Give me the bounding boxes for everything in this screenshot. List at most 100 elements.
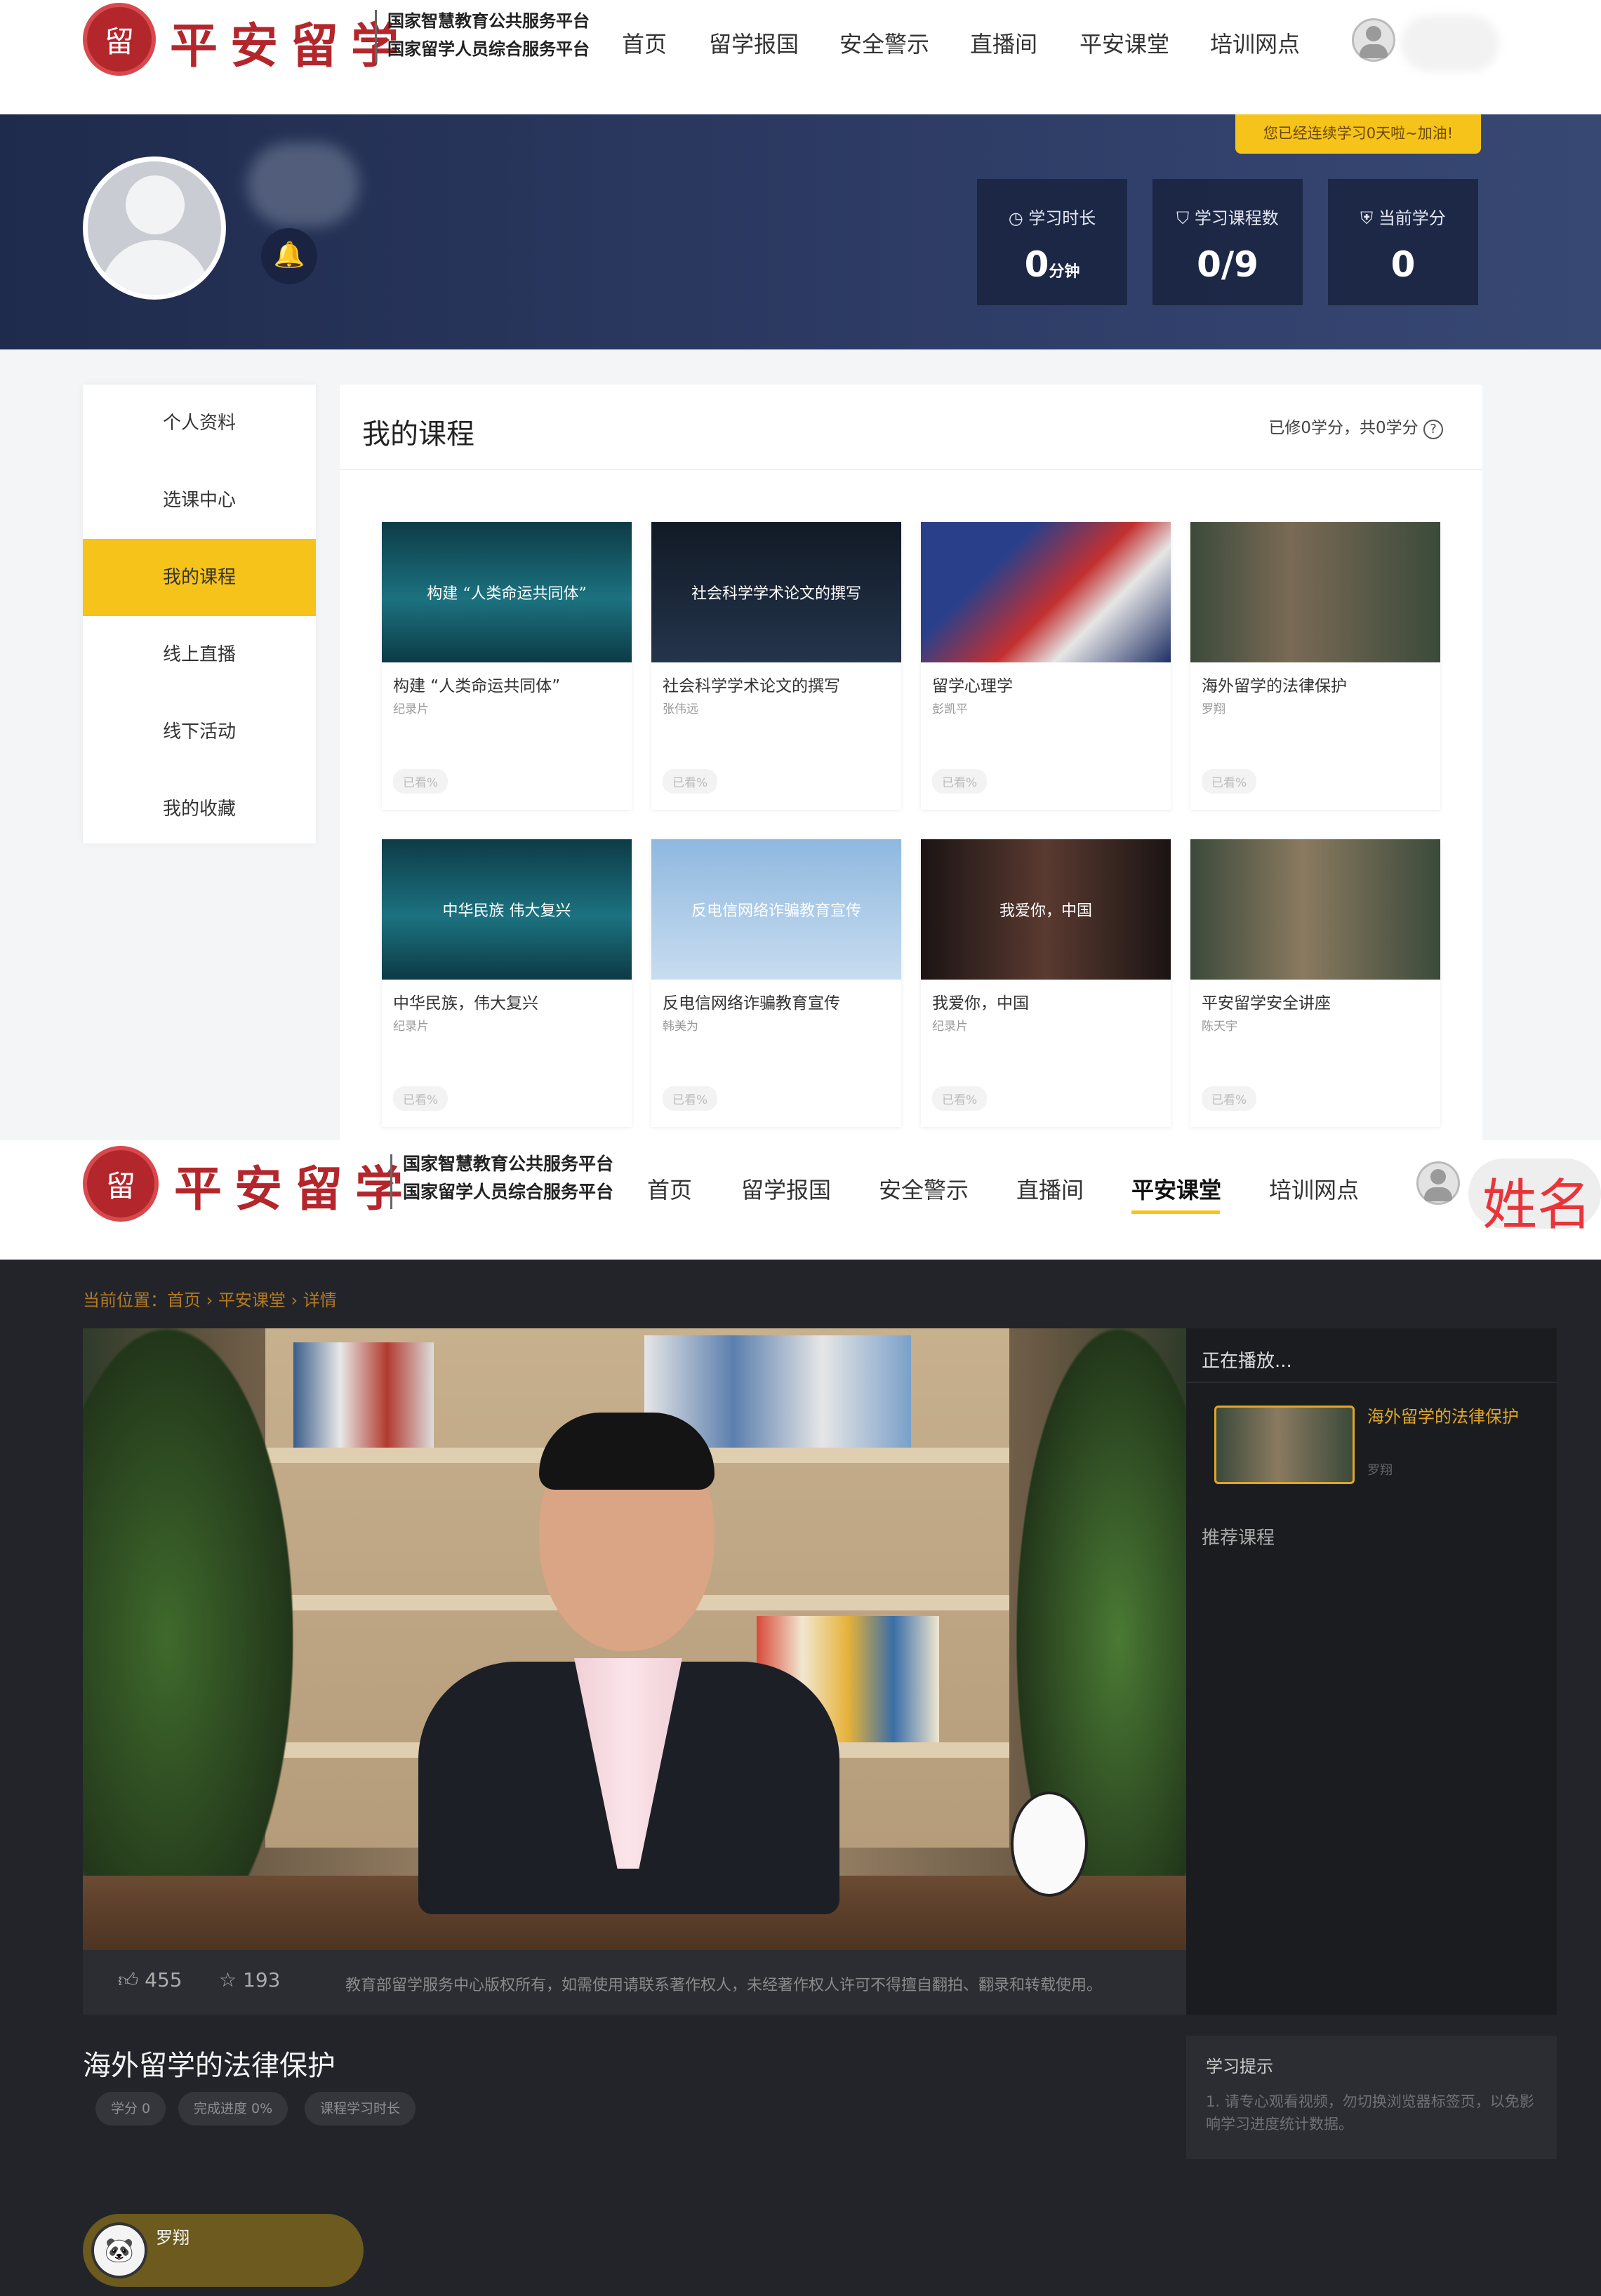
course-title[interactable]: 海外留学的法律保护 — [1202, 672, 1347, 696]
playing-thumb[interactable] — [1214, 1406, 1355, 1484]
sidebar-item-profile[interactable]: 个人资料 — [83, 385, 316, 462]
favorite-button[interactable]: ☆ 193 — [219, 1968, 280, 1991]
stat-credits: ⛨ 当前学分 0 — [1328, 179, 1478, 305]
platform-subtitle: 国家智慧教育公共服务平台 国家留学人员综合服务平台 — [403, 1154, 614, 1202]
course-title[interactable]: 中华民族，伟大复兴 — [393, 989, 538, 1013]
course-card[interactable]: 平安留学安全讲座 陈天宇 已看% — [1190, 839, 1440, 1127]
clock-icon: ◷ 学习时长 — [1008, 208, 1096, 228]
course-author: 罗翔 — [1202, 702, 1225, 716]
course-author: 韩美为 — [663, 1020, 698, 1034]
course-thumbnail[interactable]: 构建 “人类命运共同体” — [382, 522, 632, 662]
like-button[interactable]: 👍︎ 455 — [118, 1968, 182, 1992]
brand-name[interactable]: 平安留学 — [174, 1150, 416, 1220]
course-card[interactable]: 构建 “人类命运共同体” 构建 “人类命运共同体” 纪录片 已看% — [382, 522, 632, 810]
course-card[interactable]: 社会科学学术论文的撰写 社会科学学术论文的撰写 张伟远 已看% — [651, 522, 901, 810]
mortarboard-icon: ⛉ 学习课程数 — [1176, 208, 1279, 228]
now-playing-label: 正在播放... — [1202, 1351, 1292, 1372]
playing-author: 罗翔 — [1367, 1463, 1393, 1478]
author-avatar-icon: 🐼 — [91, 2222, 147, 2278]
nav-safety-alerts[interactable]: 安全警示 — [839, 27, 929, 59]
user-avatar-icon[interactable] — [1416, 1161, 1460, 1205]
course-author: 彭凯平 — [932, 702, 968, 716]
nav-safe-class[interactable]: 平安课堂 — [1079, 27, 1169, 59]
page-title: 我的课程 — [362, 418, 474, 450]
tips-text: 1. 请专心观看视频，勿切换浏览器标签页，以免影响学习进度统计数据。 — [1206, 2093, 1534, 2133]
blurred-username — [1401, 15, 1499, 72]
panda-mascot-icon — [1011, 1791, 1088, 1897]
sidebar-item-favorites[interactable]: 我的收藏 — [83, 770, 316, 848]
stat-study-time: ◷ 学习时长 0分钟 — [977, 179, 1127, 305]
course-thumbnail[interactable]: 中华民族 伟大复兴 — [382, 839, 632, 980]
top-header: 留 平安留学 国家智慧教育公共服务平台 国家留学人员综合服务平台 首页 留学报国 … — [0, 0, 1601, 114]
course-title[interactable]: 社会科学学术论文的撰写 — [663, 672, 840, 696]
profile-avatar[interactable] — [83, 156, 226, 300]
nav-training-sites[interactable]: 培训网点 — [1210, 27, 1300, 59]
course-title[interactable]: 构建 “人类命运共同体” — [393, 672, 560, 696]
logo-seal-icon[interactable]: 留 — [83, 3, 156, 76]
course-thumbnail[interactable]: 我爱你，中国 — [921, 839, 1171, 980]
recommended-label: 推荐课程 — [1202, 1528, 1275, 1549]
credit-tag: 学分 0 — [95, 2092, 166, 2125]
breadcrumb-home[interactable]: 首页 — [167, 1290, 201, 1310]
sidebar-item-offline-events[interactable]: 线下活动 — [83, 693, 316, 770]
shield-icon: ⛨ 当前学分 — [1360, 208, 1446, 228]
help-icon[interactable]: ? — [1423, 420, 1443, 439]
course-title[interactable]: 留学心理学 — [932, 672, 1013, 696]
breadcrumb-safe-class[interactable]: 平安课堂 — [218, 1290, 286, 1310]
nav-training-sites[interactable]: 培训网点 — [1269, 1173, 1359, 1205]
course-thumbnail[interactable]: 社会科学学术论文的撰写 — [651, 522, 901, 662]
course-card[interactable]: 反电信网络诈骗教育宣传 反电信网络诈骗教育宣传 韩美为 已看% — [651, 839, 901, 1127]
playlist-panel: 正在播放... 海外留学的法律保护 罗翔 推荐课程 — [1186, 1328, 1557, 2015]
logo-seal-icon[interactable]: 留 — [83, 1146, 159, 1222]
nav-live-room[interactable]: 直播间 — [970, 27, 1037, 59]
nav-home[interactable]: 首页 — [622, 27, 667, 59]
my-courses-panel: 我的课程 已修0学分，共0学分 ? 构建 “人类命运共同体” 构建 “人类命运共同… — [340, 385, 1482, 1140]
username[interactable]: 姓名 — [1482, 1161, 1592, 1240]
course-progress: 已看% — [1202, 1086, 1257, 1111]
course-card[interactable]: 留学心理学 彭凯平 已看% — [921, 522, 1171, 810]
video-player[interactable] — [83, 1328, 1186, 1950]
course-thumbnail[interactable] — [921, 522, 1171, 662]
course-card[interactable]: 我爱你，中国 我爱你，中国 纪录片 已看% — [921, 839, 1171, 1127]
nav-patriotism[interactable]: 留学报国 — [741, 1173, 831, 1205]
playing-title[interactable]: 海外留学的法律保护 — [1367, 1406, 1529, 1428]
divider — [340, 469, 1482, 470]
video-title: 海外留学的法律保护 — [83, 2050, 336, 2082]
plant-left — [83, 1328, 293, 1950]
breadcrumb: 当前位置：首页 › 平安课堂 › 详情 — [83, 1290, 337, 1310]
course-title[interactable]: 平安留学安全讲座 — [1202, 989, 1331, 1013]
copyright-notice: 教育部留学服务中心版权所有，如需使用请联系著作权人，未经著作权人许可不得擅自翻拍… — [345, 1977, 1103, 1994]
study-tips-panel: 学习提示 1. 请专心观看视频，勿切换浏览器标签页，以免影响学习进度统计数据。 — [1186, 2036, 1557, 2159]
course-title[interactable]: 我爱你，中国 — [932, 989, 1029, 1013]
nav-live-room[interactable]: 直播间 — [1016, 1173, 1084, 1205]
thumbs-up-icon: 👍︎ — [118, 1968, 145, 1991]
course-title[interactable]: 反电信网络诈骗教育宣传 — [663, 989, 840, 1013]
course-author: 纪录片 — [932, 1020, 968, 1034]
author-chip[interactable]: 🐼 罗翔 — [83, 2214, 364, 2287]
logo-divider — [390, 1154, 392, 1209]
sidebar-item-course-center[interactable]: 选课中心 — [83, 462, 316, 539]
course-card[interactable]: 海外留学的法律保护罗翔已看% — [1190, 522, 1440, 810]
course-thumbnail[interactable] — [1190, 839, 1440, 980]
course-progress: 已看% — [1202, 769, 1257, 794]
course-progress: 已看% — [932, 1086, 988, 1111]
nav-patriotism[interactable]: 留学报国 — [709, 27, 799, 59]
sidebar-item-online-live[interactable]: 线上直播 — [83, 616, 316, 693]
course-author: 纪录片 — [393, 1020, 429, 1034]
bell-icon[interactable]: 🔔 — [261, 228, 317, 284]
course-detail-screen: 留 平安留学 国家智慧教育公共服务平台 国家留学人员综合服务平台 首页 留学报国 … — [0, 1140, 1601, 2296]
course-card[interactable]: 中华民族 伟大复兴 中华民族，伟大复兴 纪录片 已看% — [382, 839, 632, 1127]
course-thumbnail[interactable] — [1190, 522, 1440, 662]
star-icon: ☆ — [219, 1968, 244, 1991]
nav-safe-class[interactable]: 平安课堂 — [1131, 1173, 1221, 1205]
user-avatar-icon[interactable] — [1352, 18, 1395, 62]
nav-safety-alerts[interactable]: 安全警示 — [879, 1173, 969, 1205]
player-page: 当前位置：首页 › 平安课堂 › 详情 👍︎ 455 ☆ 193 教育部留学服务… — [0, 1260, 1601, 2296]
sidebar-menu: 个人资料 选课中心 我的课程 线上直播 线下活动 我的收藏 — [83, 385, 316, 843]
video-toolbar: 👍︎ 455 ☆ 193 教育部留学服务中心版权所有，如需使用请联系著作权人，未… — [83, 1950, 1186, 2015]
progress-tag: 完成进度 0% — [178, 2092, 288, 2125]
nav-home[interactable]: 首页 — [647, 1173, 692, 1205]
platform-subtitle: 国家智慧教育公共服务平台 国家留学人员综合服务平台 — [387, 11, 590, 59]
course-thumbnail[interactable]: 反电信网络诈骗教育宣传 — [651, 839, 901, 980]
sidebar-item-my-courses[interactable]: 我的课程 — [83, 539, 316, 616]
